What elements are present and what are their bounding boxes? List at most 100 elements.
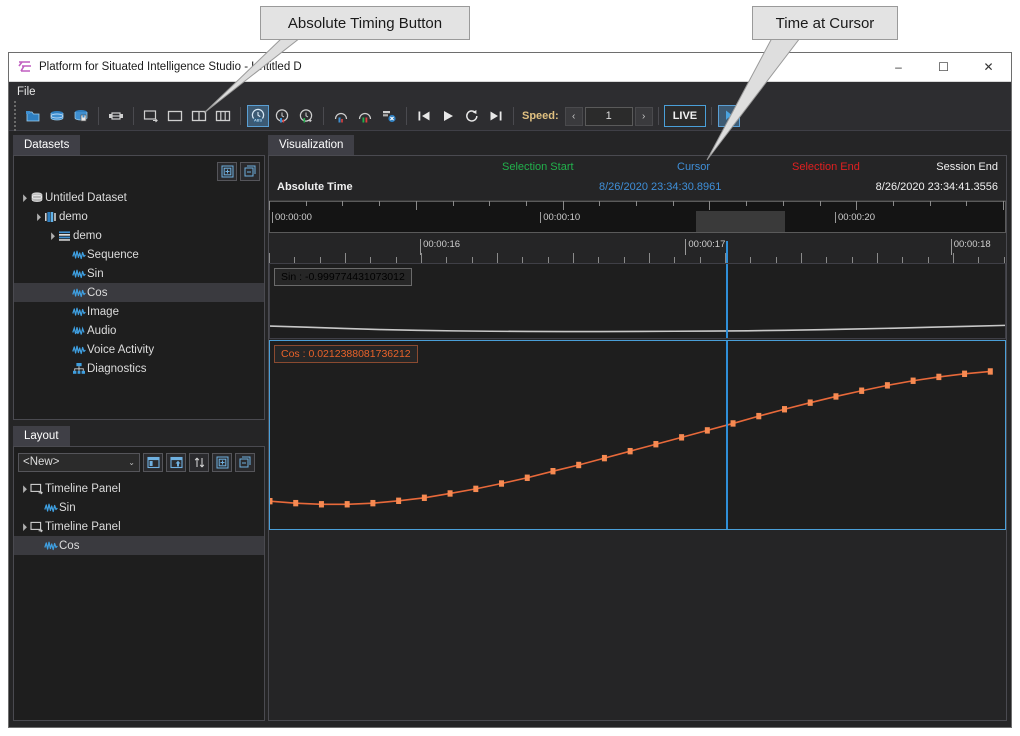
plot-marker <box>782 406 787 412</box>
ruler-tick <box>709 201 710 210</box>
plot-line <box>270 325 1005 331</box>
tree-item-label: Audio <box>87 325 116 337</box>
ruler-tick <box>1003 201 1004 210</box>
layout-select[interactable]: <New> ⌄ <box>18 453 140 472</box>
ruler-tick <box>856 201 857 210</box>
tree-item-image[interactable]: Image <box>14 302 264 321</box>
plot-marker <box>602 454 607 460</box>
layout-panel: <New> ⌄ <box>13 446 265 721</box>
stream-icon <box>70 248 87 262</box>
reorder-icon[interactable] <box>189 453 209 472</box>
cos-legend-value: 0.0212388081736212 <box>308 348 410 360</box>
tree-item-untitled-dataset[interactable]: ◢Untitled Dataset <box>14 188 264 207</box>
sin-legend-sep: : <box>299 271 302 283</box>
ruler-tick <box>966 201 967 206</box>
cos-legend-label: Cos <box>281 348 300 360</box>
tree-item-cos[interactable]: Cos <box>14 536 264 555</box>
save-layout-icon[interactable] <box>166 453 186 472</box>
ruler-tick <box>526 201 527 206</box>
ruler-tick <box>379 201 380 206</box>
plot-marker <box>370 499 375 505</box>
tree-item-demo[interactable]: ◢demo <box>14 226 264 245</box>
stream-icon <box>42 539 59 553</box>
ruler-tick <box>345 253 346 263</box>
left-column: Datasets ◢Untitled Dataset◢demo◢demoSequ… <box>9 131 265 727</box>
plot-marker <box>319 501 324 507</box>
detail-ruler[interactable]: 00:00:1600:00:1700:00:18 <box>269 233 1006 263</box>
audio-stream-icon <box>70 324 87 338</box>
right-column: Visualization Absolute Time Selection St… <box>265 131 1011 727</box>
tree-item-label: Image <box>87 306 119 318</box>
plot-marker <box>270 497 272 503</box>
ruler-tick <box>342 201 343 206</box>
cursor-line[interactable] <box>726 264 728 338</box>
tree-item-label: Diagnostics <box>87 363 146 375</box>
plot-marker <box>731 420 736 426</box>
application-body: Datasets ◢Untitled Dataset◢demo◢demoSequ… <box>9 131 1011 727</box>
plot-marker <box>293 499 298 505</box>
ruler-tick <box>416 201 417 210</box>
ruler-tick <box>269 201 270 210</box>
layout-tree[interactable]: ◢Timeline Panel Sin ◢Timeline Panel Cos <box>14 477 264 720</box>
tree-item-label: demo <box>59 211 88 223</box>
tree-item-label: Cos <box>59 540 79 552</box>
cursor-line[interactable] <box>726 241 728 263</box>
ruler-tick <box>489 201 490 206</box>
ruler-tick <box>497 253 498 263</box>
ruler-tick <box>673 201 674 206</box>
tree-item-sequence[interactable]: Sequence <box>14 245 264 264</box>
new-layout-icon[interactable] <box>143 453 163 472</box>
tree-item-voice-activity[interactable]: Voice Activity <box>14 340 264 359</box>
collapse-all-icon[interactable] <box>235 453 255 472</box>
datasets-tree[interactable]: ◢Untitled Dataset◢demo◢demoSequenceSinCo… <box>14 186 264 419</box>
expand-all-icon[interactable] <box>212 453 232 472</box>
tree-item-demo[interactable]: ◢demo <box>14 207 264 226</box>
tree-item-timeline-panel[interactable]: ◢Timeline Panel <box>14 479 264 498</box>
plot-marker <box>473 485 478 491</box>
ruler-tick <box>877 253 878 263</box>
ruler-tick <box>636 201 637 206</box>
callout-label: Absolute Timing Button <box>288 15 442 32</box>
plot-marker <box>679 434 684 440</box>
ruler-tick <box>893 201 894 206</box>
navigator-ruler[interactable]: 00:00:0000:00:1000:00:20 <box>269 200 1006 233</box>
plot-marker <box>576 461 581 467</box>
cursor-line[interactable] <box>726 341 728 529</box>
plot-marker <box>859 387 864 393</box>
plot-marker <box>885 382 890 388</box>
tree-item-sin[interactable]: Sin <box>14 264 264 283</box>
plot-line <box>270 371 990 504</box>
tree-item-label: Sin <box>59 502 76 514</box>
stream-icon <box>70 286 87 300</box>
ruler-tick <box>573 253 574 263</box>
sin-legend-label: Sin <box>281 271 296 283</box>
tree-item-label: demo <box>73 230 102 242</box>
plot-marker <box>911 377 916 383</box>
tree-item-sin[interactable]: Sin <box>14 498 264 517</box>
cos-legend-sep: : <box>303 348 306 360</box>
ruler-tick <box>269 253 270 263</box>
sin-timeline-panel[interactable]: Sin : -0.999774431073012 <box>269 263 1006 339</box>
ruler-tick-label: 00:00:20 <box>835 212 875 223</box>
ruler-tick <box>801 253 802 263</box>
tree-item-diagnostics[interactable]: Diagnostics <box>14 359 264 378</box>
plot-marker <box>988 368 993 374</box>
stream-icon <box>70 305 87 319</box>
plot-marker <box>345 501 350 507</box>
tree-item-audio[interactable]: Audio <box>14 321 264 340</box>
ruler-tick-label: 00:00:16 <box>420 239 460 255</box>
plot-marker <box>499 480 504 486</box>
tree-item-cos[interactable]: Cos <box>14 283 264 302</box>
tree-item-label: Voice Activity <box>87 344 154 356</box>
cos-timeline-panel[interactable]: Cos : 0.0212388081736212 <box>269 340 1006 530</box>
session-icon <box>56 229 73 243</box>
ruler-tick <box>649 253 650 263</box>
diagnostics-icon <box>70 362 87 376</box>
ruler-tick <box>306 201 307 206</box>
callout-label: Time at Cursor <box>776 15 875 32</box>
tree-item-timeline-panel[interactable]: ◢Timeline Panel <box>14 517 264 536</box>
plot-marker <box>448 490 453 496</box>
navigator-view-window[interactable] <box>696 211 784 232</box>
layout-select-value: <New> <box>23 456 59 468</box>
tab-layout[interactable]: Layout <box>13 426 70 446</box>
